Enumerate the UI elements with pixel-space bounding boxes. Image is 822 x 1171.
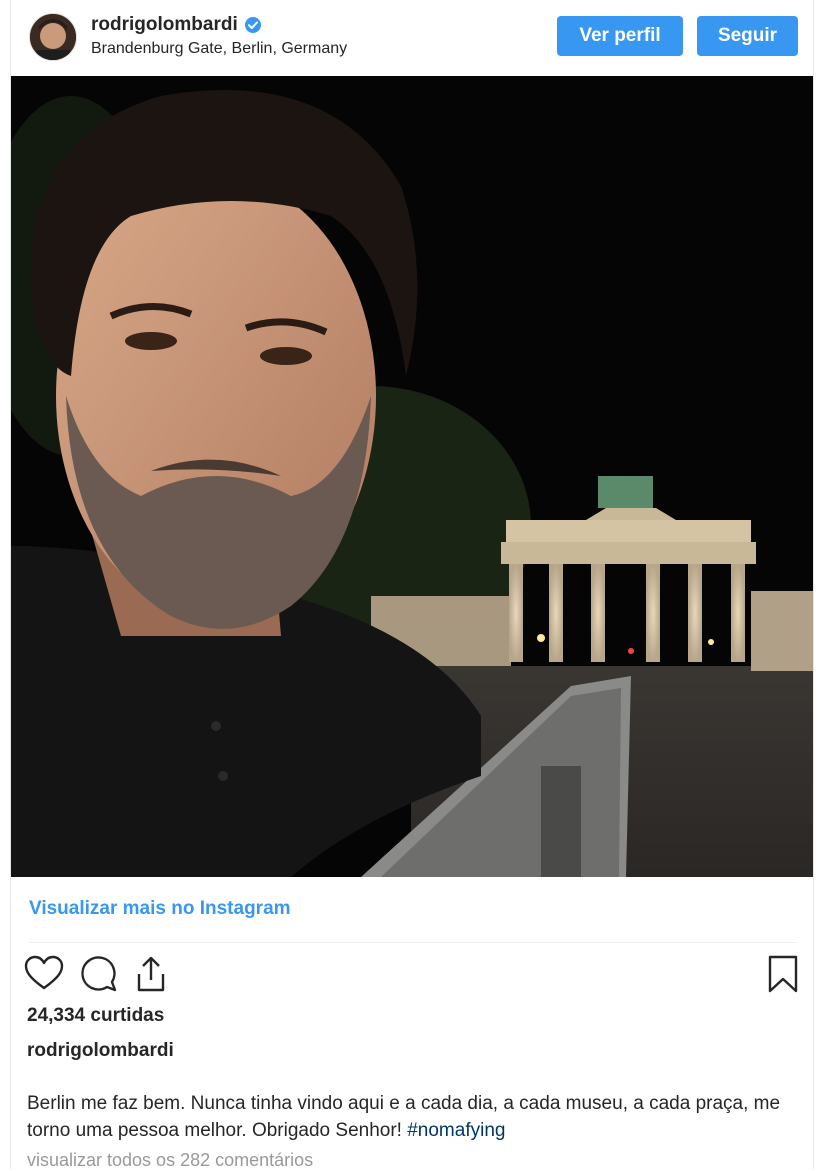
verified-badge-icon [244,16,262,34]
view-profile-button[interactable]: Ver perfil [557,16,683,56]
comment-icon[interactable] [79,954,119,994]
instagram-embed-card: rodrigolombardi Brandenburg Gate, Berlin… [10,0,814,1171]
post-header: rodrigolombardi Brandenburg Gate, Berlin… [11,0,813,75]
likes-count[interactable]: 24,334 curtidas [27,1005,164,1027]
heart-icon[interactable] [24,954,64,994]
caption-author[interactable]: rodrigolombardi [27,1040,174,1062]
caption: Berlin me faz bem. Nunca tinha vindo aqu… [27,1090,797,1144]
avatar[interactable] [29,13,77,61]
bookmark-icon[interactable] [763,954,803,994]
view-comments-link[interactable]: visualizar todos os 282 comentários [27,1150,313,1171]
caption-text: Berlin me faz bem. Nunca tinha vindo aqu… [27,1093,781,1141]
location-link[interactable]: Brandenburg Gate, Berlin, Germany [91,40,347,58]
username[interactable]: rodrigolombardi [91,14,238,36]
view-more-on-instagram-link[interactable]: Visualizar mais no Instagram [29,898,291,920]
hashtag-link[interactable]: #nomafying [407,1120,505,1141]
post-photo[interactable] [11,76,813,877]
share-icon[interactable] [131,954,171,994]
divider [29,942,797,943]
username-row: rodrigolombardi [91,14,262,36]
follow-button[interactable]: Seguir [697,16,798,56]
